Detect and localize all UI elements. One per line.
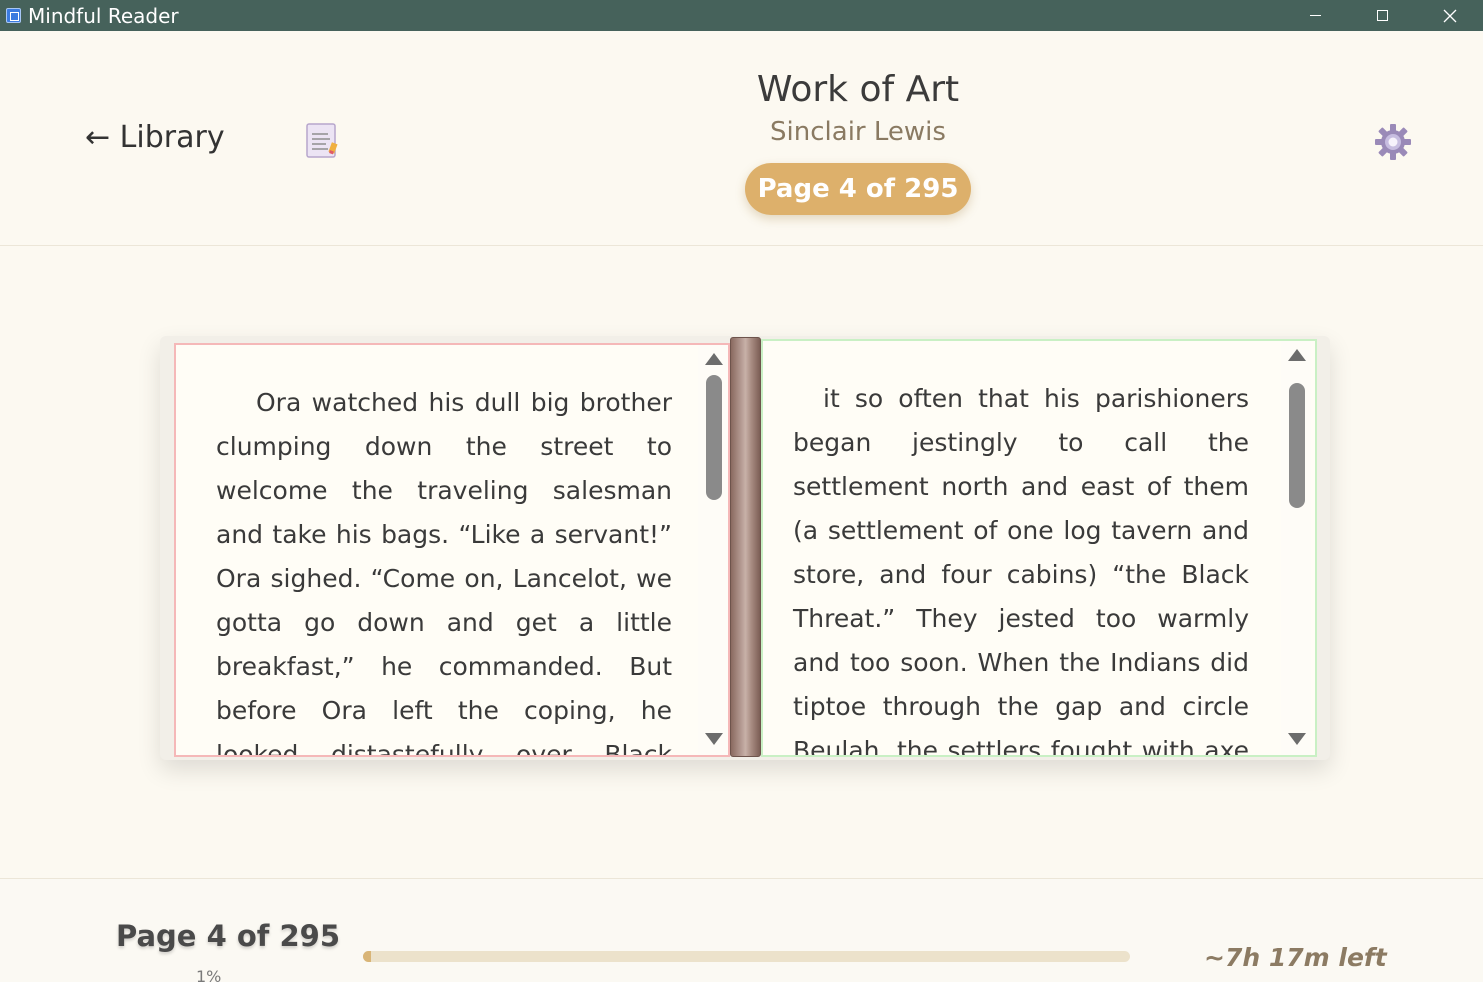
book-spine bbox=[730, 337, 761, 757]
scroll-up-arrow-icon[interactable] bbox=[705, 353, 723, 365]
progress-percent: 1% bbox=[196, 967, 222, 982]
page-indicator-pill[interactable]: Page 4 of 295 bbox=[745, 163, 971, 215]
close-button[interactable] bbox=[1416, 0, 1483, 31]
left-page[interactable]: Ora watched his dull big brother clumpin… bbox=[174, 343, 730, 757]
footer-page-label: Page 4 of 295 bbox=[116, 919, 341, 953]
left-page-text: Ora watched his dull big brother clumpin… bbox=[216, 388, 672, 757]
right-page-scrollbar[interactable] bbox=[1281, 341, 1311, 755]
minimize-icon bbox=[1310, 15, 1321, 16]
window-title: Mindful Reader bbox=[28, 3, 179, 28]
gear-icon bbox=[1375, 124, 1411, 160]
maximize-button[interactable] bbox=[1349, 0, 1416, 31]
app-icon bbox=[6, 8, 21, 23]
right-page-text: it so often that his parishioners began … bbox=[793, 384, 1249, 757]
window-controls bbox=[1282, 0, 1483, 31]
settings-button[interactable] bbox=[1374, 123, 1412, 161]
reader-header: ← Library Work of Art Sinclair Lewis Pag… bbox=[0, 31, 1483, 246]
book-author: Sinclair Lewis bbox=[770, 117, 946, 147]
reading-progress-bar[interactable] bbox=[363, 951, 1130, 962]
progress-fill bbox=[363, 951, 371, 962]
right-page[interactable]: it so often that his parishioners began … bbox=[761, 339, 1317, 757]
maximize-icon bbox=[1377, 10, 1388, 21]
scroll-down-arrow-icon[interactable] bbox=[1288, 733, 1306, 745]
scrollbar-thumb[interactable] bbox=[706, 375, 722, 500]
scroll-up-arrow-icon[interactable] bbox=[1288, 349, 1306, 361]
reader-footer: Page 4 of 295 1% ~7h 17m left bbox=[0, 878, 1483, 982]
scroll-down-arrow-icon[interactable] bbox=[705, 733, 723, 745]
book-title: Work of Art bbox=[756, 69, 960, 110]
minimize-button[interactable] bbox=[1282, 0, 1349, 31]
scrollbar-thumb[interactable] bbox=[1289, 383, 1305, 508]
left-page-scrollbar[interactable] bbox=[698, 345, 728, 755]
title-bar: Mindful Reader bbox=[0, 0, 1483, 31]
close-icon bbox=[1443, 9, 1456, 22]
time-left-label: ~7h 17m left bbox=[1204, 943, 1387, 972]
